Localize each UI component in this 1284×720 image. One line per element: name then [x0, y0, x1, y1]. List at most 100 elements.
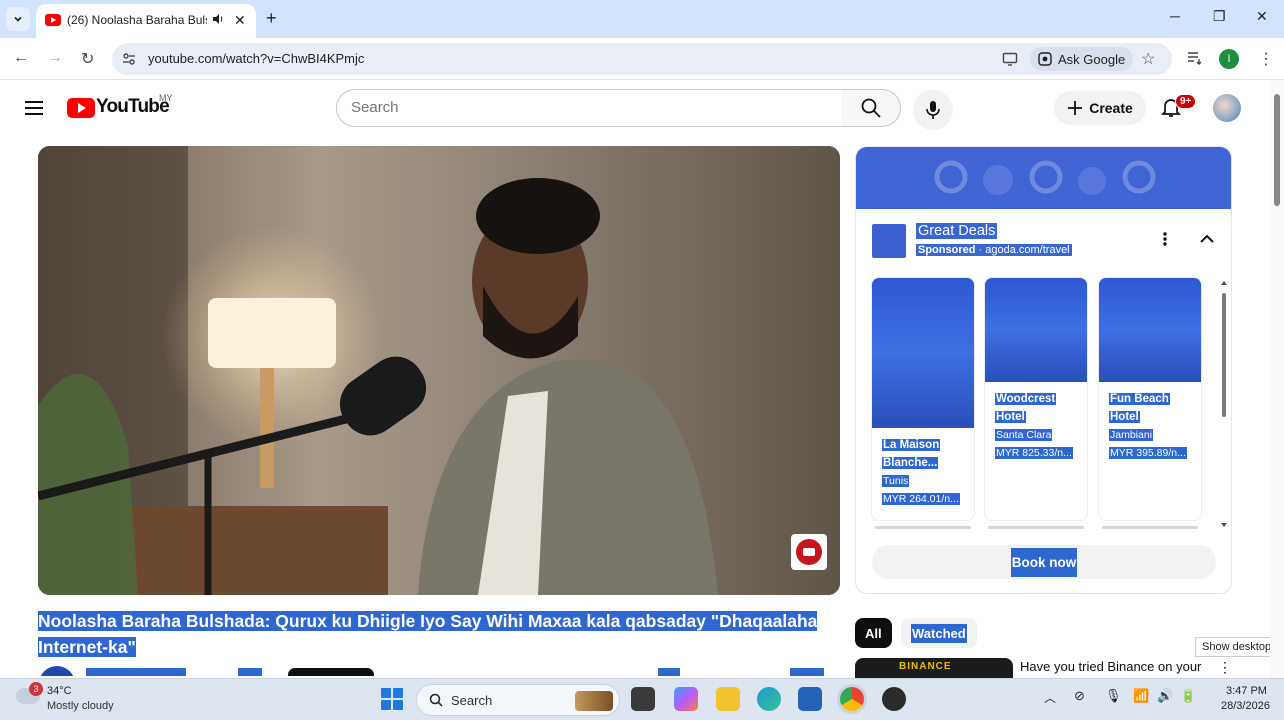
account-avatar[interactable]	[1213, 94, 1241, 122]
hotel-price: MYR 825.33/n...	[995, 447, 1073, 459]
forward-arrow-icon[interactable]: →	[47, 49, 63, 67]
close-tab-icon[interactable]: ✕	[234, 12, 246, 29]
hotel-photo[interactable]	[1099, 278, 1201, 382]
wifi-icon[interactable]: 📶	[1133, 688, 1149, 704]
tab-search-button[interactable]	[6, 7, 30, 31]
hotel-location: Jambiani	[1109, 429, 1154, 441]
ad-domain: agoda.com/travel	[985, 244, 1070, 256]
reload-icon[interactable]: ↻	[81, 49, 94, 69]
taskbar-search[interactable]: Search	[416, 684, 620, 716]
reading-list-icon[interactable]	[1187, 51, 1203, 65]
more-options-icon[interactable]	[1158, 231, 1172, 247]
show-desktop-tooltip: Show desktop	[1195, 637, 1279, 657]
copilot-icon[interactable]	[674, 687, 698, 711]
hotel-location: Tunis	[882, 475, 910, 487]
country-code: MY	[159, 93, 173, 103]
filter-chip-all[interactable]: All	[855, 618, 892, 648]
search-highlight-image	[575, 691, 613, 711]
ad-title[interactable]: Great Deals	[916, 223, 998, 239]
browser-tab-active[interactable]: (26) Noolasha Baraha Bulsh ✕	[36, 4, 256, 38]
search-button[interactable]	[841, 89, 901, 127]
bookmark-star-icon[interactable]: ☆	[1141, 49, 1155, 69]
sponsor-separator: ·	[978, 244, 983, 256]
weather-description[interactable]: Mostly cloudy	[47, 700, 114, 712]
minimize-window-icon[interactable]: ─	[1170, 8, 1180, 24]
clock-time[interactable]: 3:47 PM	[1226, 685, 1267, 697]
search-input[interactable]	[351, 99, 821, 116]
hotel-name-line1: Woodcrest	[995, 393, 1057, 405]
hamburger-menu-icon[interactable]	[24, 100, 44, 116]
hotel-card[interactable]: Fun Beach Hotel Jambiani MYR 395.89/n...	[1098, 277, 1202, 521]
chevron-up-icon[interactable]	[1199, 233, 1215, 245]
voice-search-button[interactable]	[913, 90, 953, 130]
page-scrollbar[interactable]	[1270, 80, 1284, 678]
task-view-icon[interactable]	[631, 687, 655, 711]
create-button[interactable]: Create	[1054, 91, 1146, 125]
address-bar[interactable]: youtube.com/watch?v=ChwBI4KPmjc Ask Goog…	[112, 43, 1172, 75]
chevron-up-icon[interactable]: ︿	[1044, 689, 1056, 706]
close-window-icon[interactable]: ✕	[1256, 8, 1268, 25]
video-player[interactable]	[38, 146, 840, 595]
filter-chip-watched-label: Watched	[911, 623, 967, 643]
channel-logo-icon	[796, 539, 822, 565]
edge-browser-icon[interactable]	[757, 687, 781, 711]
hotel-card[interactable]: Woodcrest Hotel Santa Clara MYR 825.33/n…	[984, 277, 1088, 521]
clock-date[interactable]: 28/3/2026	[1221, 700, 1270, 712]
channel-watermark-logo[interactable]	[791, 534, 827, 570]
hotel-name-line1: La Maison	[882, 439, 941, 451]
hotel-photo[interactable]	[872, 278, 974, 428]
hotel-name-line2: Blanche...	[882, 457, 939, 469]
chrome-browser-icon[interactable]	[840, 687, 864, 711]
weather-badge: 3	[29, 682, 43, 696]
app-icon[interactable]	[882, 687, 906, 711]
recommended-video-title[interactable]: Have you tried Binance on your	[1020, 659, 1201, 674]
ad-banner[interactable]	[856, 147, 1231, 209]
youtube-logo-text[interactable]: YouTube	[96, 96, 170, 118]
new-tab-button[interactable]: +	[266, 8, 277, 29]
windows-taskbar: 3 34°C Mostly cloudy Search ︿ ⊘ 🎙 📶 🔊 🔋 …	[0, 678, 1284, 720]
microphone-icon[interactable]: 🎙	[1105, 688, 1122, 704]
recommended-video-thumbnail[interactable]: BINANCE	[855, 658, 1013, 678]
hotel-card[interactable]: La Maison Blanche... Tunis MYR 264.01/n.…	[871, 277, 975, 521]
cast-screen-icon[interactable]	[1002, 51, 1018, 67]
file-explorer-icon[interactable]	[716, 687, 740, 711]
weather-temperature[interactable]: 34°C	[47, 685, 72, 697]
browser-profile-avatar[interactable]: I	[1219, 49, 1239, 69]
ask-google-label: Ask Google	[1058, 51, 1126, 67]
google-lens-icon	[1038, 52, 1052, 66]
windows-start-icon[interactable]	[381, 688, 403, 710]
volume-icon[interactable]: 🔊	[1157, 688, 1173, 704]
youtube-logo-icon[interactable]	[67, 98, 95, 118]
book-now-label: Book now	[1010, 547, 1078, 577]
restore-window-icon[interactable]: ❐	[1213, 8, 1226, 25]
sponsored-ad-panel[interactable]: Great Deals Sponsored · agoda.com/travel…	[855, 146, 1232, 594]
back-arrow-icon[interactable]: ←	[13, 49, 29, 67]
video-frame-image	[38, 146, 840, 595]
filter-chip-watched[interactable]: Watched	[901, 618, 977, 648]
speaker-icon[interactable]	[211, 12, 225, 26]
battery-icon[interactable]: 🔋	[1180, 688, 1196, 704]
url-text: youtube.com/watch?v=ChwBI4KPmjc	[148, 51, 365, 66]
search-box	[336, 89, 842, 127]
hotel-photo[interactable]	[985, 278, 1087, 382]
hotel-name-line1: Fun Beach	[1109, 393, 1170, 405]
site-info-icon[interactable]	[122, 52, 136, 66]
video-title: Noolasha Baraha Bulshada: Qurux ku Dhiig…	[38, 608, 838, 660]
browser-menu-icon[interactable]: ⋮	[1258, 49, 1274, 69]
chevron-down-icon	[14, 16, 22, 22]
card-indicator	[875, 526, 971, 529]
ad-banner-art	[934, 160, 1156, 195]
hotel-info: Fun Beach Hotel Jambiani MYR 395.89/n...	[1109, 390, 1187, 462]
ad-carousel-scrollbar[interactable]	[1221, 279, 1227, 529]
network-off-icon[interactable]: ⊘	[1074, 688, 1085, 704]
microsoft-store-icon[interactable]	[798, 687, 822, 711]
ask-google-button[interactable]: Ask Google	[1030, 47, 1134, 71]
scrollbar-thumb[interactable]	[1274, 94, 1280, 206]
hotel-info: Woodcrest Hotel Santa Clara MYR 825.33/n…	[995, 390, 1073, 462]
more-options-icon[interactable]: ⋮	[1218, 659, 1232, 676]
book-now-button[interactable]: Book now	[872, 545, 1216, 579]
advertiser-logo[interactable]	[872, 224, 906, 258]
hotel-price: MYR 264.01/n...	[882, 493, 960, 505]
tab-title: (26) Noolasha Baraha Bulsh	[67, 13, 207, 27]
hotel-name-line2: Hotel	[995, 411, 1026, 423]
